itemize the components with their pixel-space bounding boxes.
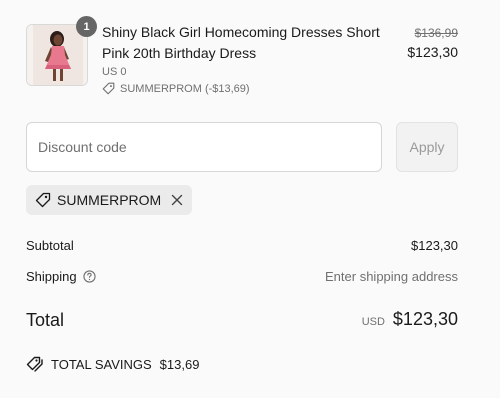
total-value-group: USD $123,30 — [362, 309, 458, 330]
product-variant: US 0 — [102, 66, 127, 78]
shipping-value: Enter shipping address — [325, 269, 458, 284]
discount-code-input[interactable] — [26, 122, 382, 172]
item-price: $123,30 — [407, 44, 458, 60]
subtotal-label: Subtotal — [26, 238, 74, 253]
item-discount-note: SUMMERPROM (-$13,69) — [102, 82, 250, 95]
total-savings: TOTAL SAVINGS $13,69 — [26, 356, 199, 372]
tags-icon — [26, 356, 44, 372]
quantity-badge: 1 — [76, 16, 97, 37]
total-label: Total — [26, 310, 65, 330]
product-thumbnail-wrap: 1 — [26, 16, 97, 86]
compare-at-price: $136,99 — [414, 26, 458, 40]
shipping-label-row: Shipping — [26, 269, 96, 284]
tag-icon — [35, 192, 51, 208]
tag-icon — [102, 82, 115, 95]
apply-button[interactable]: Apply — [396, 122, 458, 172]
total-amount: $123,30 — [392, 309, 458, 329]
currency-code: USD — [361, 316, 385, 328]
product-title: Shiny Black Girl Homecoming Dresses Shor… — [102, 24, 380, 61]
item-discount-text: SUMMERPROM (-$13,69) — [120, 82, 250, 95]
savings-label: TOTAL SAVINGS — [51, 356, 152, 372]
shipping-label: Shipping — [26, 269, 77, 284]
applied-discount-chip: SUMMERPROM — [26, 185, 193, 215]
close-icon[interactable] — [171, 194, 183, 206]
applied-discount-code: SUMMERPROM — [57, 192, 162, 208]
subtotal-value: $123,30 — [411, 238, 458, 253]
savings-amount: $13,69 — [159, 356, 200, 372]
help-icon[interactable] — [82, 270, 96, 283]
